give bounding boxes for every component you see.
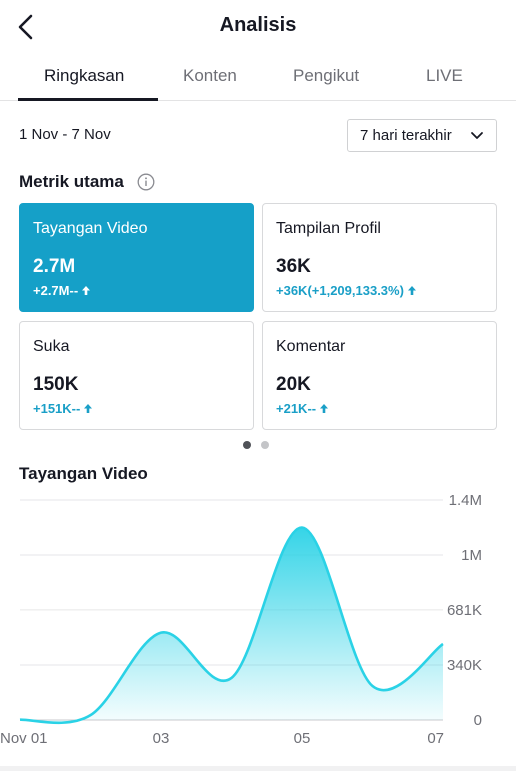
metric-value: 150K bbox=[33, 374, 79, 395]
data-point[interactable] bbox=[224, 670, 240, 686]
page-title: Analisis bbox=[219, 14, 297, 36]
header: Analisis bbox=[0, 0, 516, 52]
metric-value: 2.7M bbox=[33, 256, 76, 277]
y-tick-label: 340K bbox=[447, 657, 482, 674]
period-dropdown-value: 7 hari terakhir bbox=[360, 127, 452, 144]
arrow-up-icon bbox=[84, 404, 93, 413]
tab-konten[interactable]: Konten bbox=[183, 66, 237, 86]
metric-delta: +21K-- bbox=[276, 401, 329, 416]
metric-delta: +2.7M-- bbox=[33, 283, 91, 298]
tab-live[interactable]: LIVE bbox=[426, 66, 463, 86]
metric-delta-text: +21K-- bbox=[276, 401, 317, 416]
info-icon[interactable] bbox=[137, 173, 155, 191]
metric-label: Tampilan Profil bbox=[276, 220, 381, 237]
metric-delta: +36K(+1,209,133.3%) bbox=[276, 283, 417, 298]
metric-value: 20K bbox=[276, 374, 311, 395]
metric-card-profile-views[interactable]: Tampilan Profil 36K +36K(+1,209,133.3%) bbox=[262, 203, 497, 312]
x-tick-label: 07 bbox=[427, 730, 444, 747]
x-tick-label: 03 bbox=[153, 730, 170, 747]
period-dropdown[interactable]: 7 hari terakhir bbox=[347, 119, 497, 152]
data-point[interactable] bbox=[294, 520, 310, 536]
series-area bbox=[20, 527, 443, 723]
video-views-chart: 0 340K 681K 1M 1.4M Nov 01 03 05 07 bbox=[0, 490, 516, 750]
arrow-up-icon bbox=[407, 286, 416, 295]
arrow-up-icon bbox=[82, 286, 91, 295]
data-point[interactable] bbox=[365, 678, 381, 694]
y-tick-label: 1.4M bbox=[449, 492, 482, 509]
metric-card-comments[interactable]: Komentar 20K +21K-- bbox=[262, 321, 497, 430]
metric-delta-text: +36K(+1,209,133.3%) bbox=[276, 283, 404, 298]
x-tick-label: Nov 01 bbox=[0, 730, 48, 747]
chevron-down-icon bbox=[471, 132, 483, 139]
metric-delta-text: +151K-- bbox=[33, 401, 81, 416]
metric-delta: +151K-- bbox=[33, 401, 93, 416]
metric-card-video-views[interactable]: Tayangan Video 2.7M +2.7M-- bbox=[19, 203, 254, 312]
data-point[interactable] bbox=[12, 712, 28, 728]
tab-bar: Ringkasan Konten Pengikut LIVE bbox=[0, 56, 516, 101]
arrow-up-icon bbox=[320, 404, 329, 413]
tab-pengikut[interactable]: Pengikut bbox=[293, 66, 359, 86]
tab-ringkasan[interactable]: Ringkasan bbox=[44, 66, 124, 86]
data-point[interactable] bbox=[435, 636, 451, 652]
chart-svg: 0 340K 681K 1M 1.4M Nov 01 03 05 07 bbox=[0, 492, 482, 747]
bottom-divider bbox=[0, 766, 516, 771]
page-dot[interactable] bbox=[243, 441, 251, 449]
y-tick-label: 1M bbox=[461, 547, 482, 564]
metric-delta-text: +2.7M-- bbox=[33, 283, 79, 298]
metrics-section-title: Metrik utama bbox=[19, 172, 124, 191]
date-range: 1 Nov - 7 Nov bbox=[19, 126, 111, 143]
y-tick-label: 0 bbox=[474, 712, 482, 729]
page-indicator bbox=[243, 441, 269, 449]
data-point[interactable] bbox=[153, 625, 169, 641]
chart-title: Tayangan Video bbox=[19, 464, 148, 483]
page-dot[interactable] bbox=[261, 441, 269, 449]
x-tick-label: 05 bbox=[294, 730, 311, 747]
data-point[interactable] bbox=[83, 707, 99, 723]
metric-label: Tayangan Video bbox=[33, 220, 148, 237]
metric-label: Suka bbox=[33, 338, 70, 355]
y-tick-label: 681K bbox=[447, 602, 482, 619]
metric-label: Komentar bbox=[276, 338, 346, 355]
active-tab-indicator bbox=[18, 98, 158, 101]
metric-value: 36K bbox=[276, 256, 311, 277]
metric-card-likes[interactable]: Suka 150K +151K-- bbox=[19, 321, 254, 430]
